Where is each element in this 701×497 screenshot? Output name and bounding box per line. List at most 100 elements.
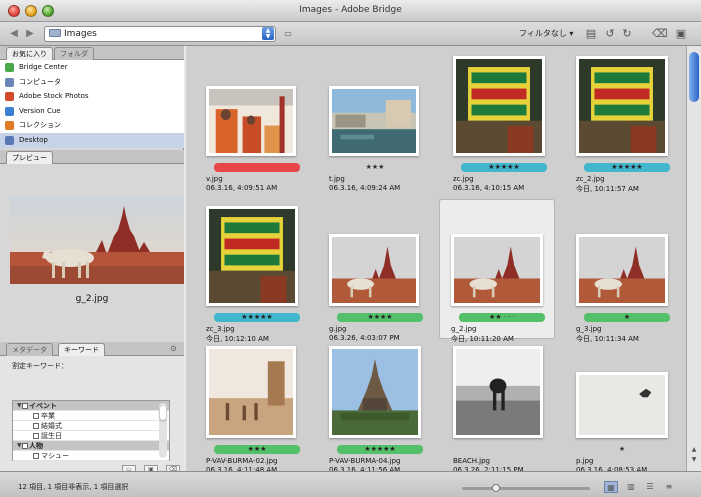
favorites-item[interactable]: Bridge Center [0, 60, 184, 75]
rating-stars: ★★★ [365, 163, 385, 171]
details-view-icon[interactable]: ☰ [643, 481, 657, 493]
thumbnail-filename: g.jpg [329, 325, 347, 333]
path-label: Images [64, 29, 97, 39]
keyword-row[interactable]: 卒業 [13, 411, 169, 421]
keyword-checkbox[interactable] [33, 433, 39, 439]
status-text: 12 項目, 1 項目非表示, 1 項目選択 [18, 483, 129, 491]
label-color-bar: ★★ · · · [459, 313, 545, 322]
back-arrow-icon[interactable]: ◀ [8, 28, 20, 40]
rotate-left-icon[interactable]: ↺ [603, 27, 617, 41]
tab-metadata[interactable]: メタデータ [6, 343, 53, 356]
new-folder-icon[interactable]: ▤ [584, 27, 598, 41]
keyword-row[interactable]: ▼ 人物 [13, 441, 169, 451]
keyword-checkbox[interactable] [22, 403, 28, 409]
preview-tab-row: プレビュー [0, 150, 184, 164]
keywords-panel: 割定キーワード： ▼ イベント卒業 結婚式 誕生日 ▼ 人物マシュー [0, 356, 184, 471]
thumbnail-image[interactable] [453, 56, 545, 156]
favorite-icon [5, 135, 14, 145]
favorites-item[interactable]: コンピュータ [0, 75, 184, 90]
keyword-scroll-thumb[interactable] [160, 406, 166, 420]
favorites-item[interactable]: Desktop [0, 132, 184, 148]
keyword-scrollbar[interactable] [159, 403, 167, 458]
thumbnail-date: 06.3.26, 4:03:07 PM [329, 334, 400, 342]
keyword-checkbox[interactable] [33, 413, 39, 419]
tab-favorites[interactable]: お気に入り [6, 47, 53, 60]
preview-image [10, 196, 184, 284]
forward-arrow-icon[interactable]: ▶ [24, 28, 36, 40]
keyword-checkbox[interactable] [33, 423, 39, 429]
thumbnail-date: 06.3.16, 4:10:15 AM [453, 184, 525, 192]
scroll-up-icon[interactable]: ▲ [689, 446, 699, 453]
thumbnail-image[interactable] [451, 234, 543, 306]
thumbnail-image[interactable] [206, 346, 296, 438]
thumbnail-image[interactable] [329, 234, 419, 306]
thumbnail-image[interactable] [576, 372, 668, 438]
favorite-label: Bridge Center [19, 63, 68, 71]
favorite-icon [5, 106, 14, 116]
slider-handle[interactable] [492, 484, 500, 492]
thumbnail-image[interactable] [206, 86, 296, 156]
content-grid: v.jpg 06.3.16, 4:09:51 AM ★★★ t.jpg 06.3.16,… [186, 46, 686, 474]
thumbnail-image[interactable] [329, 86, 419, 156]
keyword-row[interactable]: 誕生日 [13, 431, 169, 441]
scroll-down-icon[interactable]: ▼ [689, 456, 699, 463]
recent-folder-icon[interactable]: ▭ [281, 27, 295, 41]
path-stepper-icon[interactable]: ▲ ▼ [262, 27, 274, 40]
thumbnail-filename: BEACH.jpg [453, 457, 490, 465]
tab-folders[interactable]: フォルダ [54, 47, 94, 60]
favorites-item[interactable]: Version Cue [0, 104, 184, 119]
thumbnail-date: 今日, 10:11:57 AM [576, 185, 639, 193]
compact-mode-icon[interactable]: ▣ [674, 27, 688, 41]
thumbnail-filename: zc_3.jpg [206, 325, 235, 333]
label-color-bar: ★ [584, 313, 670, 322]
favorites-item[interactable]: Adobe Stock Photos [0, 89, 184, 104]
favorite-icon [5, 121, 14, 131]
thumbnail-date: 今日, 10:12:10 AM [206, 335, 269, 343]
rotate-right-icon[interactable]: ↻ [620, 27, 634, 41]
keyword-row[interactable]: 結婚式 [13, 421, 169, 431]
label-color-bar: ★★★★★ [461, 163, 547, 172]
thumbnail-image[interactable] [576, 234, 668, 306]
versions-view-icon[interactable]: ≡ [662, 481, 676, 493]
content-scrollbar[interactable]: ▲ ▼ [686, 46, 701, 471]
preview-filename: g_2.jpg [75, 294, 109, 304]
tab-preview[interactable]: プレビュー [6, 151, 53, 164]
thumbnail-view-icon[interactable]: ▦ [604, 481, 618, 493]
thumbnail-filename: g_2.jpg [451, 325, 477, 333]
trash-icon[interactable]: ⌫ [652, 27, 668, 41]
tab-keywords[interactable]: キーワード [58, 343, 105, 356]
thumbnail-size-slider[interactable] [462, 484, 590, 492]
favorites-item[interactable]: コレクション [0, 118, 184, 133]
keyword-label: 誕生日 [41, 432, 62, 440]
filmstrip-view-icon[interactable]: ▥ [624, 481, 638, 493]
thumbnail-image[interactable] [206, 206, 298, 306]
thumbnail-image[interactable] [453, 346, 543, 438]
disclosure-triangle-icon[interactable]: ▼ [17, 441, 22, 451]
thumbnail-image[interactable] [576, 56, 668, 156]
keyword-label: イベント [29, 402, 57, 410]
keyword-label: 人物 [29, 442, 43, 450]
panel-menu-icon[interactable]: ⊙ [170, 344, 177, 353]
filter-menu[interactable]: フィルタなし ▾ [519, 28, 573, 39]
thumbnail-filename: zc_2.jpg [576, 175, 605, 183]
assigned-keywords-label: 割定キーワード： [12, 362, 68, 370]
thumbnail-filename: zc.jpg [453, 175, 474, 183]
favorites-list: Bridge Center コンピュータ Adobe Stock Photos Ver… [0, 60, 184, 148]
keyword-label: 卒業 [41, 412, 55, 420]
thumbnail-image[interactable] [329, 346, 421, 438]
rating-stars: ★ [618, 445, 626, 453]
keyword-checkbox[interactable] [22, 443, 28, 449]
keyword-row[interactable]: ▼ イベント [13, 401, 169, 411]
metadata-tab-row: メタデータ キーワード ⊙ [0, 342, 184, 356]
disclosure-triangle-icon[interactable]: ▼ [17, 401, 22, 411]
favorite-label: Adobe Stock Photos [19, 92, 89, 101]
keyword-label: マシュー [41, 452, 69, 460]
favorite-label: コレクション [19, 121, 61, 130]
content-scroll-thumb[interactable] [689, 52, 699, 102]
path-selector[interactable]: Images [44, 26, 276, 42]
keyword-checkbox[interactable] [33, 453, 39, 459]
keyword-row[interactable]: マシュー [13, 451, 169, 461]
favorites-tab-row: お気に入り フォルダ [0, 46, 184, 60]
label-color-bar: ★★★★★ [214, 313, 300, 322]
label-color-bar: ★★★★ [337, 313, 423, 322]
